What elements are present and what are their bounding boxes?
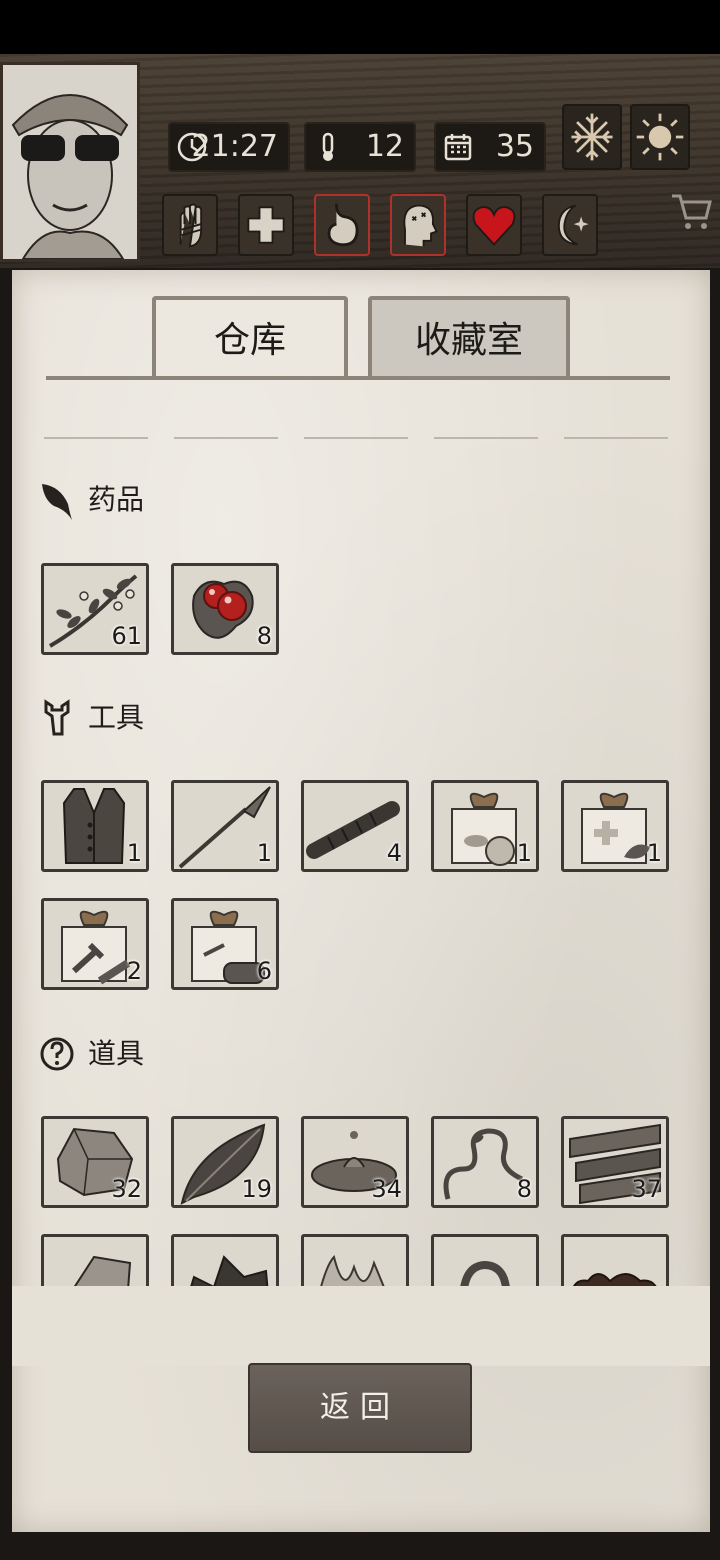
question-circle-icon — [40, 1037, 74, 1071]
thermometer-icon — [322, 132, 334, 161]
section-props-title: 道具 — [88, 1037, 145, 1070]
time-display: 21:27 — [168, 122, 290, 172]
item-count: 1 — [516, 839, 532, 867]
item-slot[interactable]: 1 — [171, 780, 279, 872]
item-slot[interactable]: 1 — [561, 780, 669, 872]
item-count: 4 — [386, 839, 402, 867]
tab-collection-room[interactable]: 收藏室 — [368, 296, 570, 378]
back-button[interactable]: 返回 — [248, 1363, 472, 1453]
sun-icon[interactable] — [630, 104, 690, 170]
temperature-display: 12 — [304, 122, 416, 172]
wrench-icon — [44, 699, 70, 736]
player-portrait[interactable] — [0, 62, 140, 262]
item-slot[interactable]: 34 — [301, 1116, 409, 1208]
calendar-icon — [444, 134, 472, 161]
filter-divider — [564, 437, 668, 439]
item-slot[interactable]: 8 — [431, 1116, 539, 1208]
tab-divider — [46, 376, 670, 380]
item-count: 1 — [126, 839, 142, 867]
item-count: 1 — [256, 839, 272, 867]
item-count: 19 — [241, 1175, 272, 1203]
time-value: 21:27 — [191, 129, 278, 164]
item-count: 61 — [111, 622, 142, 650]
item-count: 1 — [646, 839, 662, 867]
day-value: 35 — [495, 129, 534, 164]
item-slot[interactable]: 1 — [431, 780, 539, 872]
item-slot[interactable]: 61 — [41, 563, 149, 655]
status-bar — [0, 0, 720, 54]
item-count: 34 — [371, 1175, 402, 1203]
cart-icon[interactable] — [670, 188, 714, 232]
item-slot[interactable]: 19 — [171, 1116, 279, 1208]
item-slot[interactable]: 1 — [41, 780, 149, 872]
condition-head[interactable] — [390, 194, 446, 256]
item-slot[interactable]: 8 — [171, 563, 279, 655]
condition-sleep[interactable] — [542, 194, 598, 256]
filter-divider — [44, 437, 148, 439]
heart-icon — [472, 206, 516, 246]
moon-sleep-icon — [557, 204, 589, 246]
item-count: 32 — [111, 1175, 142, 1203]
leaf-icon — [42, 484, 72, 520]
item-slot[interactable]: 2 — [41, 898, 149, 990]
item-count: 37 — [631, 1175, 662, 1203]
filter-divider — [304, 437, 408, 439]
item-slot[interactable]: 32 — [41, 1116, 149, 1208]
snowflake-icon[interactable] — [562, 104, 622, 170]
section-tools-title: 工具 — [88, 701, 145, 734]
item-count: 8 — [256, 622, 272, 650]
stomach-icon — [327, 203, 359, 247]
section-medicine-title: 药品 — [88, 483, 145, 516]
condition-stomach[interactable] — [314, 194, 370, 256]
bandage-hand-icon — [179, 203, 203, 248]
head-dizzy-icon — [403, 204, 438, 247]
item-count: 6 — [256, 957, 272, 985]
item-count: 8 — [516, 1175, 532, 1203]
day-display: 35 — [434, 122, 546, 172]
item-slot[interactable]: 37 — [561, 1116, 669, 1208]
scroll-mask — [12, 1286, 710, 1366]
item-slot[interactable]: 4 — [301, 780, 409, 872]
condition-health[interactable] — [466, 194, 522, 256]
item-count: 2 — [126, 957, 142, 985]
item-slot[interactable]: 6 — [171, 898, 279, 990]
condition-medical[interactable] — [238, 194, 294, 256]
filter-divider — [434, 437, 538, 439]
condition-bandage-hand[interactable] — [162, 194, 218, 256]
filter-divider — [174, 437, 278, 439]
tab-warehouse[interactable]: 仓库 — [152, 296, 348, 378]
medical-cross-icon — [247, 206, 285, 244]
temperature-value: 12 — [365, 129, 404, 164]
